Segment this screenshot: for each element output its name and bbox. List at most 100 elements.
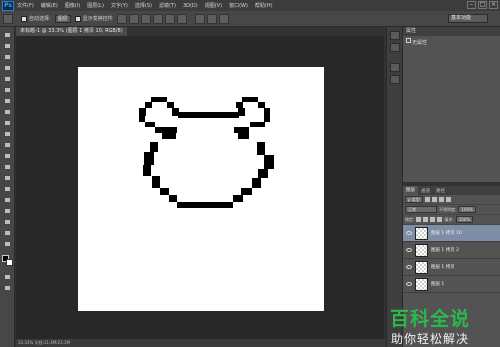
align-middle-icon[interactable] xyxy=(128,13,139,24)
gradient-tool-icon[interactable] xyxy=(3,152,12,160)
screen-mode-icon[interactable] xyxy=(3,284,12,292)
visibility-eye-icon[interactable] xyxy=(406,282,412,286)
3d-rotate-icon[interactable] xyxy=(206,13,217,24)
panel-dock-strip xyxy=(386,27,402,347)
layer-row[interactable]: 图层 1 拷贝 10 xyxy=(403,225,500,242)
blend-row: 正常 不透明度: 100% xyxy=(403,205,500,215)
crop-tool-icon[interactable] xyxy=(3,75,12,83)
menu-type[interactable]: 文字(Y) xyxy=(111,2,128,9)
lock-move-icon[interactable] xyxy=(430,217,436,222)
layer-row[interactable]: 图层 1 xyxy=(403,276,500,293)
document-tab[interactable]: 未标题-1 @ 33.3% (图层 1 拷贝 10, RGB/8) xyxy=(16,27,127,36)
character-icon[interactable] xyxy=(390,63,400,72)
align-top-icon[interactable] xyxy=(116,13,127,24)
close-button[interactable]: × xyxy=(489,1,498,9)
history-brush-tool-icon[interactable] xyxy=(3,130,12,138)
visibility-eye-icon[interactable] xyxy=(406,231,412,235)
path-select-tool-icon[interactable] xyxy=(3,207,12,215)
visibility-eye-icon[interactable] xyxy=(406,248,412,252)
tools-panel xyxy=(0,27,15,347)
move-tool-preset-icon[interactable] xyxy=(3,13,13,24)
blend-mode-dropdown[interactable]: 正常 xyxy=(405,206,437,213)
paragraph-icon[interactable] xyxy=(390,75,400,84)
menu-image[interactable]: 图像(I) xyxy=(65,2,80,9)
quick-select-tool-icon[interactable] xyxy=(3,64,12,72)
menu-select[interactable]: 选择(S) xyxy=(135,2,152,9)
align-center-icon[interactable] xyxy=(164,13,175,24)
filter-pixel-icon[interactable] xyxy=(424,197,430,202)
menu-file[interactable]: 文件(F) xyxy=(17,2,34,9)
menu-3d[interactable]: 3D(D) xyxy=(183,3,198,9)
align-left-icon[interactable] xyxy=(152,13,163,24)
actions-icon[interactable] xyxy=(390,43,400,52)
history-icon[interactable] xyxy=(390,31,400,40)
status-bar: 33.33% 文档:11.4M/23.1M xyxy=(16,339,386,347)
layer-thumbnail xyxy=(415,277,428,291)
document-canvas[interactable] xyxy=(78,67,324,311)
eraser-tool-icon[interactable] xyxy=(3,141,12,149)
align-bottom-icon[interactable] xyxy=(140,13,151,24)
options-bar: 自动选择: 图层 显示变换控件 基本功能 xyxy=(0,11,500,27)
layer-row[interactable]: 图层 1 拷贝 xyxy=(403,259,500,276)
tab-layers[interactable]: 图层 xyxy=(403,186,418,195)
properties-tab[interactable]: 属性 xyxy=(403,27,500,36)
menu-window[interactable]: 窗口(W) xyxy=(229,2,248,9)
shape-tool-icon[interactable] xyxy=(3,218,12,226)
lock-all-icon[interactable] xyxy=(437,217,443,222)
filter-type-icon[interactable] xyxy=(438,197,444,202)
dodge-tool-icon[interactable] xyxy=(3,174,12,182)
tab-channels[interactable]: 通道 xyxy=(418,188,433,194)
menu-edit[interactable]: 编辑(E) xyxy=(41,2,58,9)
clone-stamp-tool-icon[interactable] xyxy=(3,119,12,127)
fill-input[interactable]: 100% xyxy=(455,216,474,223)
zoom-tool-icon[interactable] xyxy=(3,240,12,248)
healing-brush-tool-icon[interactable] xyxy=(3,97,12,105)
properties-title: 无属性 xyxy=(412,40,428,46)
auto-select-dropdown[interactable]: 图层 xyxy=(54,14,71,23)
auto-select-checkbox[interactable] xyxy=(21,15,27,22)
opacity-label: 不透明度: xyxy=(439,206,457,212)
pen-tool-icon[interactable] xyxy=(3,185,12,193)
move-tool-icon[interactable] xyxy=(3,31,12,39)
brush-tool-icon[interactable] xyxy=(3,108,12,116)
show-transform-label: 显示变换控件 xyxy=(82,16,113,22)
eyedropper-tool-icon[interactable] xyxy=(3,86,12,94)
show-transform-checkbox[interactable] xyxy=(74,15,81,22)
layer-thumbnail xyxy=(415,226,428,240)
lock-brush-icon[interactable] xyxy=(423,217,429,222)
lasso-tool-icon[interactable] xyxy=(3,53,12,61)
lock-transparent-icon[interactable] xyxy=(416,217,422,222)
visibility-eye-icon[interactable] xyxy=(406,265,412,269)
layer-thumbnail xyxy=(415,260,428,274)
kind-filter-dropdown[interactable]: ρ 类型 xyxy=(405,196,423,203)
blur-tool-icon[interactable] xyxy=(3,163,12,171)
minimize-button[interactable]: – xyxy=(467,1,476,9)
menu-layer[interactable]: 图层(L) xyxy=(87,2,104,9)
filter-adjust-icon[interactable] xyxy=(431,197,437,202)
marquee-tool-icon[interactable] xyxy=(3,42,12,50)
lock-row: 锁定: 填充: 100% xyxy=(403,215,500,225)
watermark-subtitle: 助你轻松解决 xyxy=(390,332,469,346)
auto-select-label: 自动选择: xyxy=(29,16,51,22)
menu-view[interactable]: 视图(V) xyxy=(205,2,222,9)
maximize-button[interactable]: □ xyxy=(478,1,487,9)
menu-help[interactable]: 帮助(H) xyxy=(255,2,273,9)
properties-panel: 属性 无属性 xyxy=(402,27,500,182)
3d-mode-icon[interactable] xyxy=(194,13,205,24)
layer-row[interactable]: 图层 1 拷贝 2 xyxy=(403,242,500,259)
menu-filter[interactable]: 滤镜(T) xyxy=(159,2,176,9)
3d-pan-icon[interactable] xyxy=(218,13,229,24)
background-color-swatch[interactable] xyxy=(6,259,13,266)
filter-shape-icon[interactable] xyxy=(445,197,451,202)
tab-paths[interactable]: 路径 xyxy=(433,188,448,194)
workspace-dropdown[interactable]: 基本功能 xyxy=(448,14,488,23)
watermark-logo: 百科全说 助你轻松解决 xyxy=(370,307,490,347)
align-right-icon[interactable] xyxy=(176,13,187,24)
properties-icon xyxy=(406,38,411,43)
quick-mask-icon[interactable] xyxy=(3,273,12,281)
photoshop-logo: Ps xyxy=(2,0,14,11)
hand-tool-icon[interactable] xyxy=(3,229,12,237)
layer-name: 图层 1 拷贝 2 xyxy=(431,248,460,253)
opacity-input[interactable]: 100% xyxy=(458,206,476,213)
type-tool-icon[interactable] xyxy=(3,196,12,204)
